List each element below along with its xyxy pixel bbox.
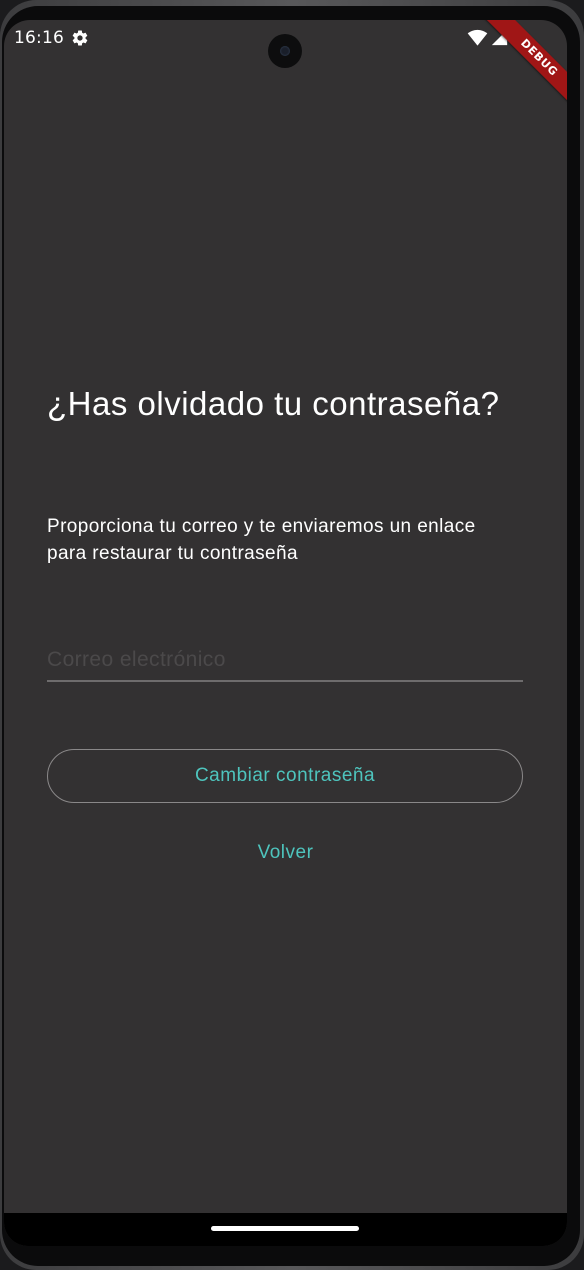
change-password-button[interactable]: Cambiar contraseña: [47, 749, 523, 803]
page-title: ¿Has olvidado tu contraseña?: [47, 385, 500, 422]
status-time: 16:16: [14, 28, 64, 48]
back-link[interactable]: Volver: [4, 842, 567, 864]
navigation-bar: [4, 1213, 567, 1246]
wifi-icon: [467, 29, 488, 46]
phone-frame: 16:16 DEBUG ¿Has olvidado tu contraseña?…: [0, 0, 584, 1270]
screen: 16:16 DEBUG ¿Has olvidado tu contraseña?…: [4, 20, 567, 1246]
home-indicator[interactable]: [211, 1226, 359, 1231]
page-description: Proporciona tu correo y te enviaremos un…: [47, 516, 476, 564]
email-field[interactable]: [47, 640, 523, 682]
front-camera: [268, 34, 302, 68]
camera-lens: [280, 46, 290, 56]
gear-icon: [72, 30, 88, 46]
